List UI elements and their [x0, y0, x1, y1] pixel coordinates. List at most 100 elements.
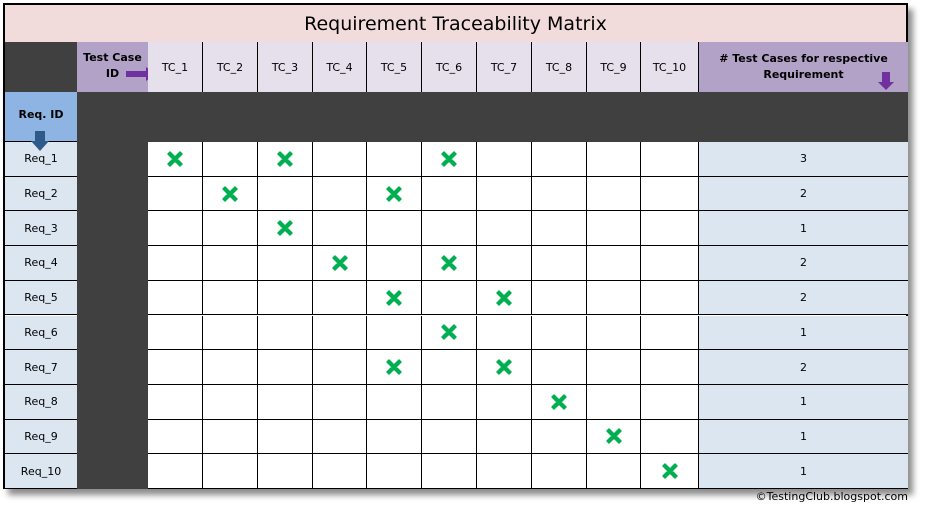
- matrix-cell: [641, 211, 699, 247]
- test-case-count: 3: [699, 142, 908, 177]
- matrix-cell: [477, 280, 532, 316]
- matrix-cell: [641, 454, 699, 489]
- test-case-count: 1: [699, 454, 908, 489]
- matrix-cell: [258, 350, 313, 385]
- requirement-id: Req_10: [5, 454, 77, 489]
- matrix-cell: [587, 246, 641, 281]
- matrix-cell: [203, 211, 258, 247]
- check-x-mark-icon: [167, 151, 183, 167]
- matrix-cell: [203, 384, 258, 420]
- matrix-cell: [641, 176, 699, 212]
- matrix-cell: [203, 454, 258, 489]
- check-x-mark-icon: [441, 151, 457, 167]
- matrix-cell: [313, 246, 367, 281]
- test-case-count: 2: [699, 176, 908, 212]
- check-x-mark-icon: [386, 359, 402, 375]
- matrix-cell: [313, 419, 367, 455]
- test-case-count: 2: [699, 350, 908, 385]
- matrix-cell: [148, 454, 203, 489]
- check-x-mark-icon: [496, 359, 512, 375]
- test-case-header: TC_8: [532, 42, 587, 92]
- matrix-cell: [258, 454, 313, 489]
- copyright-footer: ©TestingClub.blogspot.com: [755, 490, 908, 503]
- matrix-cell: [532, 454, 587, 489]
- test-case-count: 1: [699, 384, 908, 420]
- test-case-header: TC_2: [203, 42, 258, 92]
- matrix-cell: [313, 454, 367, 489]
- check-x-mark-icon: [386, 185, 402, 202]
- test-case-count: 1: [699, 419, 908, 455]
- matrix-cell: [587, 211, 641, 247]
- matrix-cell: [203, 315, 258, 351]
- check-x-mark-icon: [222, 185, 238, 202]
- matrix-cell: [587, 176, 641, 212]
- requirement-id: Req_2: [5, 176, 77, 212]
- test-case-header: TC_6: [422, 42, 477, 92]
- test-case-count: 2: [699, 246, 908, 281]
- check-x-mark-icon: [441, 255, 457, 271]
- test-case-count: 1: [699, 211, 908, 247]
- test-case-id-header: Test Case ID: [77, 42, 156, 92]
- matrix-cell: [367, 350, 422, 385]
- test-case-header: TC_10: [641, 42, 699, 92]
- matrix-cell: [422, 350, 477, 385]
- matrix-cell: [422, 142, 477, 177]
- matrix-cell: [532, 384, 587, 420]
- matrix-cell: [587, 315, 641, 351]
- test-case-header: TC_4: [313, 42, 367, 92]
- matrix-cell: [367, 142, 422, 177]
- matrix-cell: [422, 211, 477, 247]
- matrix-cell: [367, 384, 422, 420]
- test-case-header: TC_7: [477, 42, 532, 92]
- matrix-cell: [641, 315, 699, 351]
- matrix-cell: [313, 384, 367, 420]
- matrix-cell: [258, 176, 313, 212]
- matrix-cell: [532, 211, 587, 247]
- matrix-cell: [203, 350, 258, 385]
- matrix-cell: [641, 384, 699, 420]
- requirement-id: Req_5: [5, 280, 77, 316]
- matrix-cell: [532, 350, 587, 385]
- check-x-mark-icon: [441, 324, 457, 341]
- matrix-cell: [258, 315, 313, 351]
- test-case-header: TC_3: [258, 42, 313, 92]
- matrix-cell: [148, 211, 203, 247]
- matrix-cell: [477, 384, 532, 420]
- traceability-matrix: Requirement Traceability Matrix Test Cas…: [3, 3, 908, 489]
- matrix-cell: [258, 211, 313, 247]
- matrix-cell: [203, 419, 258, 455]
- matrix-cell: [422, 384, 477, 420]
- matrix-cell: [148, 246, 203, 281]
- check-x-mark-icon: [331, 255, 348, 271]
- count-header: # Test Cases for respective Requirement: [699, 42, 908, 92]
- check-x-mark-icon: [277, 220, 293, 236]
- matrix-cell: [422, 176, 477, 212]
- matrix-cell: [477, 211, 532, 247]
- matrix-cell: [258, 246, 313, 281]
- matrix-cell: [148, 176, 203, 212]
- matrix-cell: [422, 315, 477, 351]
- matrix-cell: [587, 142, 641, 177]
- down-arrow-icon: [878, 72, 894, 90]
- matrix-cell: [477, 454, 532, 489]
- matrix-cell: [641, 419, 699, 455]
- separator-band: [77, 92, 908, 142]
- matrix-cell: [641, 246, 699, 281]
- matrix-cell: [367, 280, 422, 316]
- requirement-id: Req_6: [5, 315, 77, 351]
- matrix-cell: [313, 280, 367, 316]
- requirement-id: Req_7: [5, 350, 77, 385]
- test-case-count: 2: [699, 280, 908, 316]
- matrix-cell: [203, 280, 258, 316]
- matrix-cell: [148, 315, 203, 351]
- matrix-cell: [422, 419, 477, 455]
- matrix-cell: [203, 176, 258, 212]
- test-case-header: TC_9: [587, 42, 641, 92]
- corner-cell: [5, 42, 77, 92]
- matrix-cell: [313, 176, 367, 212]
- matrix-cell: [477, 350, 532, 385]
- matrix-cell: [422, 454, 477, 489]
- matrix-cell: [532, 315, 587, 351]
- matrix-cell: [203, 246, 258, 281]
- matrix-cell: [532, 280, 587, 316]
